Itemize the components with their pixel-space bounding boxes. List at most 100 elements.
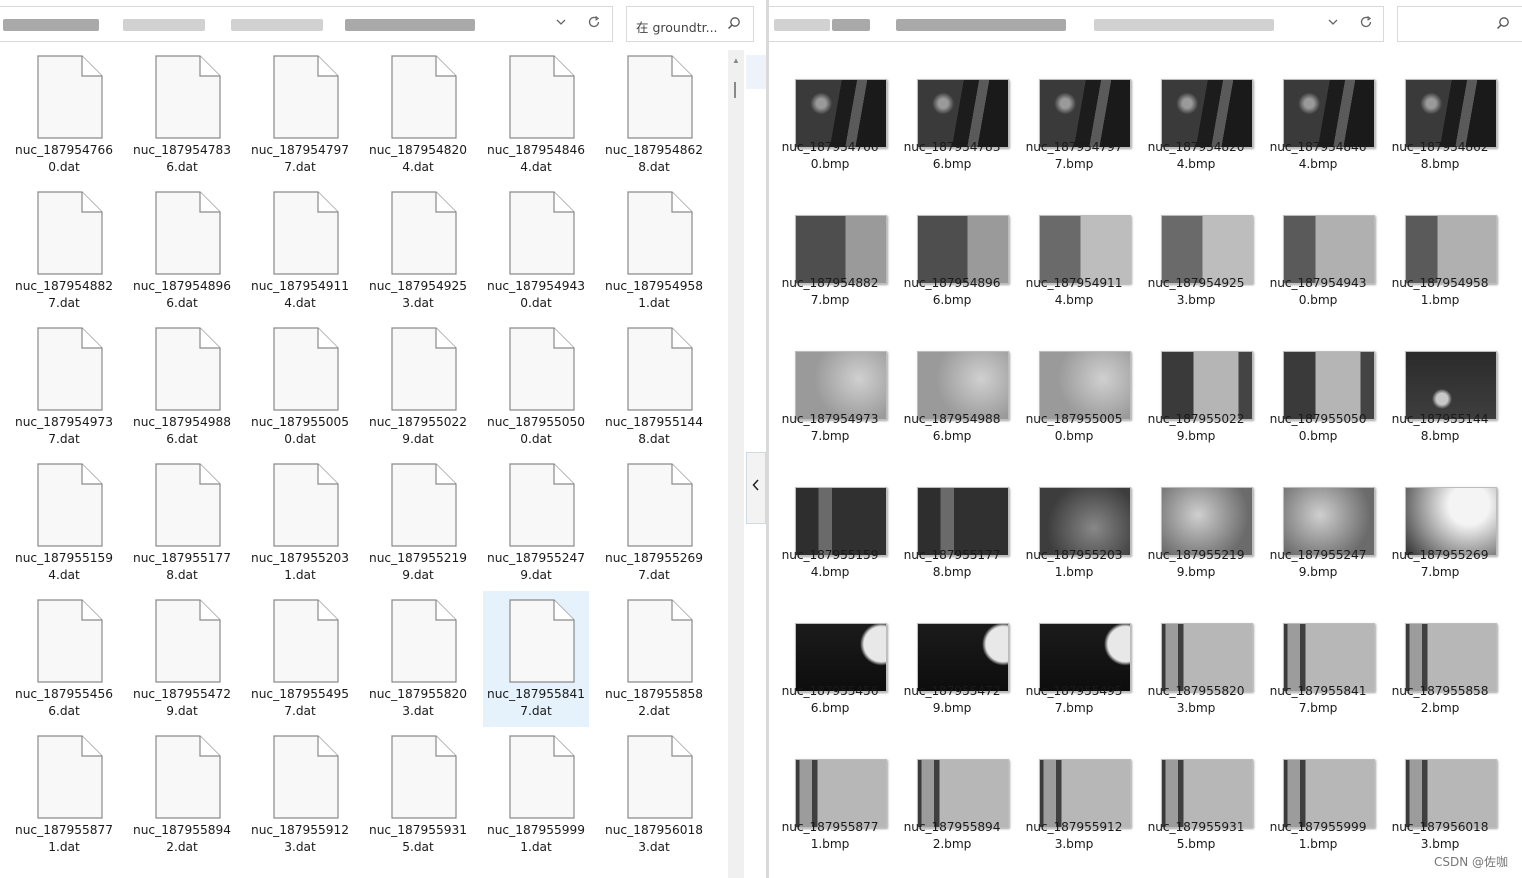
- image-item[interactable]: nuc_187955820 3.bmp: [1135, 612, 1257, 748]
- image-item[interactable]: nuc_187955050 0.bmp: [1257, 340, 1379, 476]
- file-item[interactable]: nuc_187955495 7.dat: [247, 591, 353, 727]
- image-thumbnail: [1039, 351, 1131, 420]
- file-item[interactable]: nuc_187954988 6.dat: [129, 319, 235, 455]
- file-item[interactable]: nuc_187955203 1.dat: [247, 455, 353, 591]
- image-item[interactable]: nuc_187954783 6.bmp: [891, 68, 1013, 204]
- image-item[interactable]: nuc_187954973 7.bmp: [769, 340, 891, 476]
- file-item[interactable]: nuc_187954925 3.dat: [365, 183, 471, 319]
- file-name: nuc_187955247 9.bmp: [1269, 548, 1367, 579]
- image-item[interactable]: nuc_187955219 9.bmp: [1135, 476, 1257, 612]
- file-item[interactable]: nuc_187954943 0.dat: [483, 183, 589, 319]
- image-item[interactable]: nuc_187954846 4.bmp: [1257, 68, 1379, 204]
- refresh-icon[interactable]: [585, 15, 603, 33]
- file-item[interactable]: nuc_187955877 1.dat: [11, 727, 117, 863]
- image-item[interactable]: nuc_187955144 8.bmp: [1379, 340, 1501, 476]
- image-item[interactable]: nuc_187955894 2.bmp: [891, 748, 1013, 878]
- image-thumbnail: [1039, 623, 1131, 692]
- scroll-up-arrow-icon[interactable]: ▲: [732, 56, 740, 65]
- image-item[interactable]: nuc_187955177 8.bmp: [891, 476, 1013, 612]
- chevron-left-icon[interactable]: [746, 452, 766, 524]
- file-item[interactable]: nuc_187954973 7.dat: [11, 319, 117, 455]
- image-item[interactable]: nuc_187955931 5.bmp: [1135, 748, 1257, 878]
- scrollbar-thumb[interactable]: [734, 82, 736, 98]
- image-item[interactable]: nuc_187955456 6.bmp: [769, 612, 891, 748]
- file-item[interactable]: nuc_187955820 3.dat: [365, 591, 471, 727]
- search-box[interactable]: [1397, 6, 1522, 42]
- image-item[interactable]: nuc_187955877 1.bmp: [769, 748, 891, 878]
- file-item[interactable]: nuc_187955912 3.dat: [247, 727, 353, 863]
- file-item[interactable]: nuc_187954882 7.dat: [11, 183, 117, 319]
- image-item[interactable]: nuc_187954943 0.bmp: [1257, 204, 1379, 340]
- search-box[interactable]: 在 groundtr...: [626, 6, 754, 42]
- chevron-down-icon[interactable]: [1324, 15, 1342, 33]
- file-name: nuc_187955472 9.bmp: [903, 684, 1001, 715]
- image-item[interactable]: nuc_187954820 4.bmp: [1135, 68, 1257, 204]
- file-item[interactable]: nuc_187955144 8.dat: [601, 319, 707, 455]
- image-item[interactable]: nuc_187955247 9.bmp: [1257, 476, 1379, 612]
- image-item[interactable]: nuc_187955269 7.bmp: [1379, 476, 1501, 612]
- file-icon: [273, 735, 339, 819]
- image-item[interactable]: nuc_187954766 0.bmp: [769, 68, 891, 204]
- image-item[interactable]: nuc_187954988 6.bmp: [891, 340, 1013, 476]
- image-thumbnail: [795, 215, 887, 284]
- image-item[interactable]: nuc_187954896 6.bmp: [891, 204, 1013, 340]
- address-bar[interactable]: [0, 6, 613, 42]
- file-item[interactable]: nuc_187955219 9.dat: [365, 455, 471, 591]
- image-item[interactable]: nuc_187954862 8.bmp: [1379, 68, 1501, 204]
- refresh-icon[interactable]: [1357, 15, 1375, 33]
- file-icon: [391, 55, 457, 139]
- image-item[interactable]: nuc_187954925 3.bmp: [1135, 204, 1257, 340]
- image-item[interactable]: nuc_187955472 9.bmp: [891, 612, 1013, 748]
- file-item[interactable]: nuc_187954783 6.dat: [129, 47, 235, 183]
- file-item[interactable]: nuc_187954911 4.dat: [247, 183, 353, 319]
- file-item[interactable]: nuc_187955005 0.dat: [247, 319, 353, 455]
- file-item[interactable]: nuc_187954766 0.dat: [11, 47, 117, 183]
- file-item[interactable]: nuc_187955247 9.dat: [483, 455, 589, 591]
- image-item[interactable]: nuc_187954911 4.bmp: [1013, 204, 1135, 340]
- image-thumbnail: [917, 487, 1009, 556]
- file-item[interactable]: nuc_187954846 4.dat: [483, 47, 589, 183]
- image-item[interactable]: nuc_187955159 4.bmp: [769, 476, 891, 612]
- file-item[interactable]: nuc_187955050 0.dat: [483, 319, 589, 455]
- file-item[interactable]: nuc_187954896 6.dat: [129, 183, 235, 319]
- file-icon: [37, 599, 103, 683]
- file-item[interactable]: nuc_187955472 9.dat: [129, 591, 235, 727]
- file-item[interactable]: nuc_187954862 8.dat: [601, 47, 707, 183]
- file-name: nuc_187955858 2.bmp: [1391, 684, 1489, 715]
- image-item[interactable]: nuc_187955022 9.bmp: [1135, 340, 1257, 476]
- file-item[interactable]: nuc_187955269 7.dat: [601, 455, 707, 591]
- image-item[interactable]: nuc_187955858 2.bmp: [1379, 612, 1501, 748]
- search-input[interactable]: 在 groundtr...: [636, 17, 718, 36]
- search-icon[interactable]: [1496, 16, 1512, 32]
- file-item[interactable]: nuc_187955999 1.dat: [483, 727, 589, 863]
- chevron-down-icon[interactable]: [552, 15, 570, 33]
- file-item[interactable]: nuc_187956018 3.dat: [601, 727, 707, 863]
- file-item[interactable]: nuc_187955841 7.dat: [483, 591, 589, 727]
- file-name: nuc_187955219 9.dat: [368, 551, 468, 582]
- image-item[interactable]: nuc_187955203 1.bmp: [1013, 476, 1135, 612]
- file-item[interactable]: nuc_187955931 5.dat: [365, 727, 471, 863]
- search-icon[interactable]: [727, 16, 743, 32]
- file-item[interactable]: nuc_187955022 9.dat: [365, 319, 471, 455]
- image-item[interactable]: nuc_187955999 1.bmp: [1257, 748, 1379, 878]
- vertical-scrollbar[interactable]: ▲: [728, 50, 744, 878]
- file-item[interactable]: nuc_187954958 1.dat: [601, 183, 707, 319]
- address-bar[interactable]: [769, 6, 1384, 42]
- image-item[interactable]: nuc_187955005 0.bmp: [1013, 340, 1135, 476]
- file-name: nuc_187954911 4.bmp: [1025, 276, 1123, 307]
- file-name: nuc_187954783 6.dat: [132, 143, 232, 174]
- file-item[interactable]: nuc_187955894 2.dat: [129, 727, 235, 863]
- image-item[interactable]: nuc_187955841 7.bmp: [1257, 612, 1379, 748]
- image-item[interactable]: nuc_187955495 7.bmp: [1013, 612, 1135, 748]
- image-item[interactable]: nuc_187954882 7.bmp: [769, 204, 891, 340]
- file-item[interactable]: nuc_187954820 4.dat: [365, 47, 471, 183]
- image-item[interactable]: nuc_187954958 1.bmp: [1379, 204, 1501, 340]
- file-item[interactable]: nuc_187955177 8.dat: [129, 455, 235, 591]
- file-item[interactable]: nuc_187954797 7.dat: [247, 47, 353, 183]
- image-item[interactable]: nuc_187954797 7.bmp: [1013, 68, 1135, 204]
- file-item[interactable]: nuc_187955456 6.dat: [11, 591, 117, 727]
- image-item[interactable]: nuc_187955912 3.bmp: [1013, 748, 1135, 878]
- file-item[interactable]: nuc_187955159 4.dat: [11, 455, 117, 591]
- file-item[interactable]: nuc_187955858 2.dat: [601, 591, 707, 727]
- file-icon: [627, 463, 693, 547]
